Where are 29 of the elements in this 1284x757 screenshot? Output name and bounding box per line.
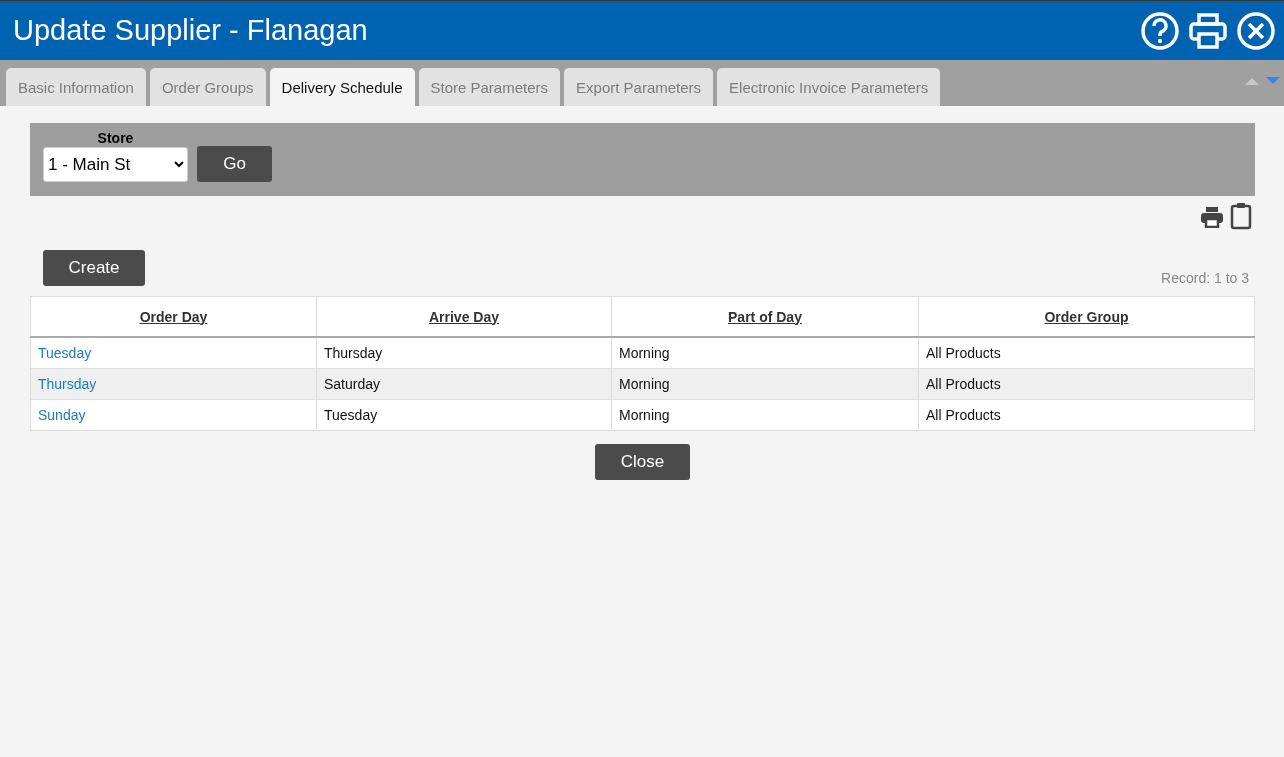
print-icon[interactable] [1200, 206, 1224, 228]
help-icon[interactable] [1140, 10, 1180, 51]
column-header[interactable]: Order Group [1044, 308, 1129, 325]
table-cell: All Products [918, 337, 1255, 369]
window-title: Update Supplier - Flanagan [13, 14, 368, 47]
clipboard-icon[interactable] [1230, 202, 1252, 230]
table-cell: Tuesday [316, 399, 612, 431]
close-icon[interactable] [1236, 10, 1276, 51]
close-button[interactable]: Close [595, 444, 690, 480]
create-button[interactable]: Create [43, 250, 145, 286]
table-cell: Thursday [316, 337, 612, 369]
record-count: Record: 1 to 3 [1161, 270, 1249, 286]
store-label: Store [97, 130, 134, 146]
tab[interactable]: Delivery Schedule [269, 68, 415, 106]
table-cell: Morning [611, 337, 919, 369]
order-day-link[interactable]: Sunday [38, 407, 86, 423]
table-cell: Saturday [316, 368, 612, 400]
column-header[interactable]: Part of Day [728, 308, 802, 325]
store-dropdown[interactable]: 1 - Main St [43, 147, 188, 182]
column-header[interactable]: Arrive Day [428, 308, 499, 325]
column-header[interactable]: Order Day [139, 308, 208, 325]
order-day-link[interactable]: Tuesday [38, 345, 92, 361]
table-cell: Morning [611, 368, 919, 400]
go-button[interactable]: Go [197, 146, 272, 182]
order-day-link[interactable]: Thursday [38, 376, 97, 392]
print-icon[interactable] [1188, 10, 1228, 51]
table-cell: Morning [611, 399, 919, 431]
table-cell: All Products [918, 399, 1255, 431]
table-cell: All Products [918, 368, 1255, 400]
